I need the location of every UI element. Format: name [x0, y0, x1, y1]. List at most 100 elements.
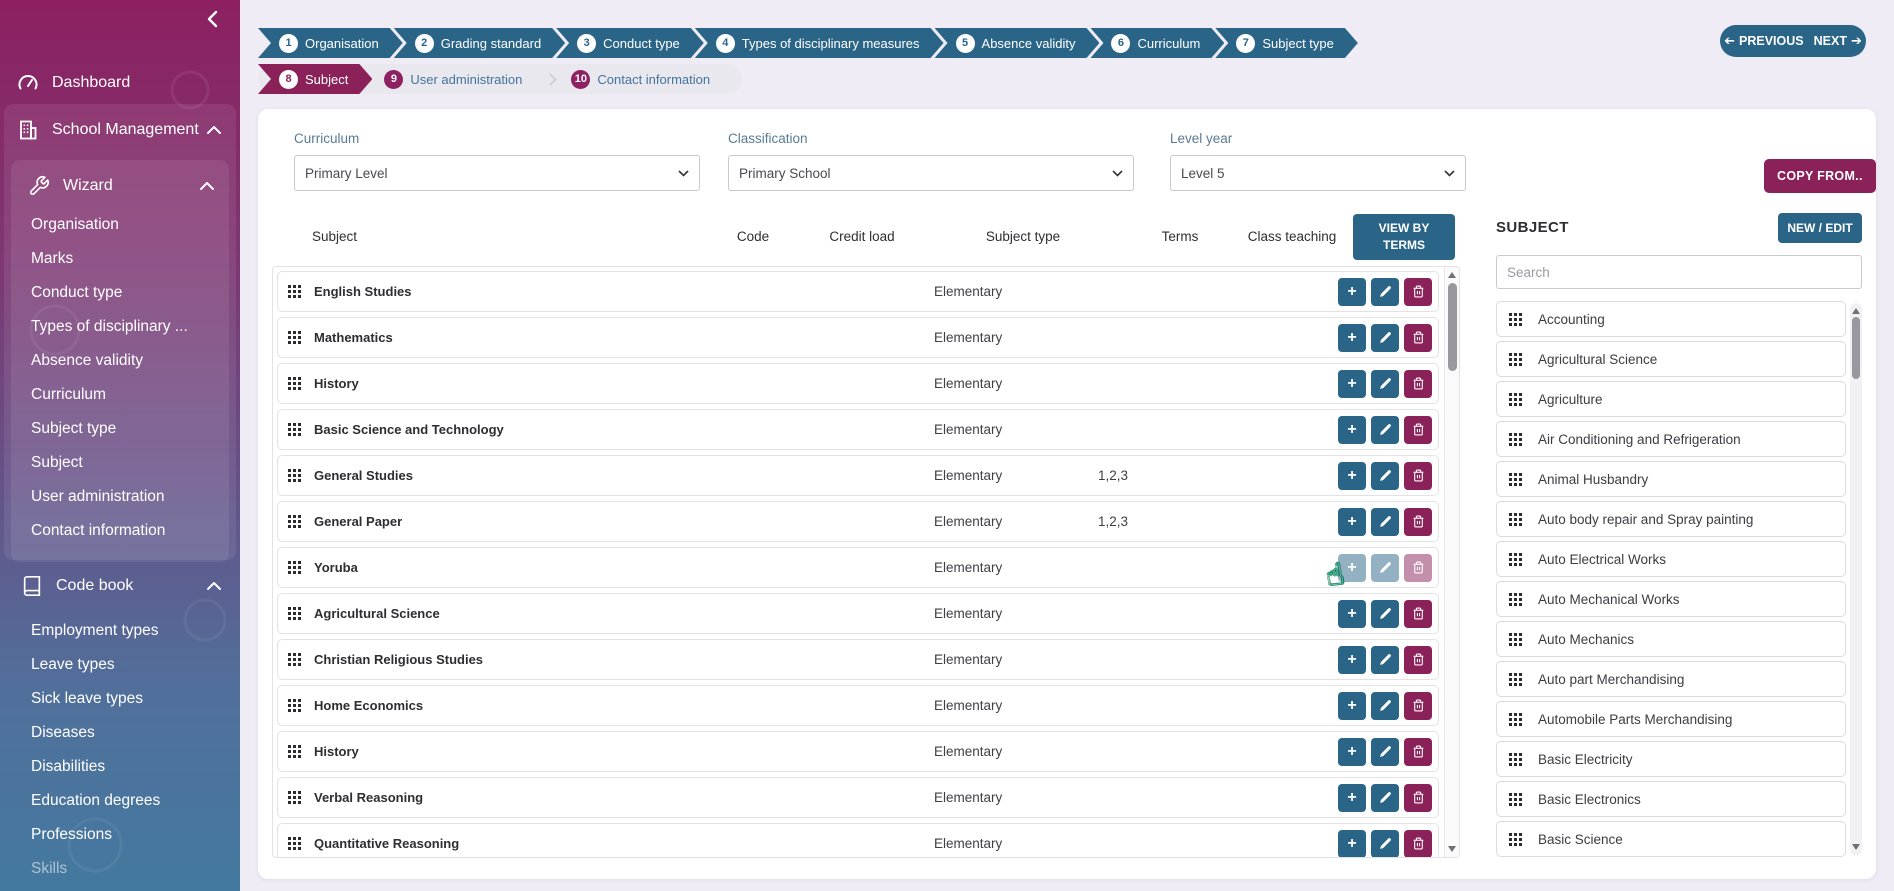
- edit-button[interactable]: [1371, 600, 1399, 628]
- sidebar-subitem[interactable]: Conduct type: [11, 276, 229, 310]
- scrollbar-thumb[interactable]: [1448, 283, 1457, 371]
- wizard-step[interactable]: 5 Absence validity: [935, 28, 1100, 58]
- sidebar-subitem[interactable]: Organisation: [11, 208, 229, 242]
- drag-handle-icon[interactable]: [288, 607, 301, 620]
- list-item[interactable]: Air Conditioning and Refrigeration: [1496, 421, 1846, 457]
- drag-handle-icon[interactable]: [288, 837, 301, 850]
- drag-handle-icon[interactable]: [1509, 433, 1522, 446]
- wizard-step[interactable]: 1 Organisation: [258, 28, 403, 58]
- sidebar-subitem[interactable]: Types of disciplinary ...: [11, 310, 229, 344]
- add-button[interactable]: +: [1338, 830, 1366, 858]
- delete-button[interactable]: [1404, 692, 1432, 720]
- delete-button[interactable]: [1404, 324, 1432, 352]
- curriculum-select[interactable]: Primary Level: [294, 155, 700, 191]
- sidebar-subitem[interactable]: User administration: [11, 480, 229, 514]
- sidebar-collapse-icon[interactable]: [206, 10, 226, 30]
- list-item[interactable]: Auto Mechanical Works: [1496, 581, 1846, 617]
- drag-handle-icon[interactable]: [288, 699, 301, 712]
- delete-button[interactable]: [1404, 784, 1432, 812]
- list-item[interactable]: Auto part Merchandising: [1496, 661, 1846, 697]
- edit-button[interactable]: [1371, 416, 1399, 444]
- sidebar-subitem[interactable]: Subject: [11, 446, 229, 480]
- sidebar-item-dashboard[interactable]: Dashboard: [16, 63, 232, 103]
- chevron-up-icon[interactable]: [199, 180, 215, 192]
- sidebar-subitem[interactable]: Professions: [4, 818, 236, 852]
- drag-handle-icon[interactable]: [288, 331, 301, 344]
- list-item[interactable]: Auto Electrical Works: [1496, 541, 1846, 577]
- sidebar-subitem[interactable]: Leave types: [4, 648, 236, 682]
- previous-button[interactable]: ➔ PREVIOUS: [1724, 33, 1804, 49]
- add-button[interactable]: +: [1338, 554, 1366, 582]
- sidebar-item-school-management[interactable]: School Management: [4, 110, 236, 150]
- drag-handle-icon[interactable]: [1509, 513, 1522, 526]
- delete-button[interactable]: [1404, 554, 1432, 582]
- list-item[interactable]: Agricultural Science: [1496, 341, 1846, 377]
- drag-handle-icon[interactable]: [1509, 713, 1522, 726]
- delete-button[interactable]: [1404, 646, 1432, 674]
- add-button[interactable]: +: [1338, 600, 1366, 628]
- chevron-up-icon[interactable]: [206, 580, 222, 592]
- edit-button[interactable]: [1371, 462, 1399, 490]
- add-button[interactable]: +: [1338, 324, 1366, 352]
- sidebar-subitem[interactable]: Subject type: [11, 412, 229, 446]
- drag-handle-icon[interactable]: [288, 791, 301, 804]
- edit-button[interactable]: [1371, 738, 1399, 766]
- edit-button[interactable]: [1371, 554, 1399, 582]
- wizard-step[interactable]: 2 Grading standard: [394, 28, 565, 58]
- drag-handle-icon[interactable]: [288, 515, 301, 528]
- edit-button[interactable]: [1371, 508, 1399, 536]
- new-edit-button[interactable]: NEW / EDIT: [1778, 213, 1862, 243]
- add-button[interactable]: +: [1338, 692, 1366, 720]
- edit-button[interactable]: [1371, 692, 1399, 720]
- delete-button[interactable]: [1404, 508, 1432, 536]
- drag-handle-icon[interactable]: [288, 745, 301, 758]
- add-button[interactable]: +: [1338, 370, 1366, 398]
- scroll-down-icon[interactable]: [1852, 844, 1860, 850]
- scroll-down-icon[interactable]: [1448, 846, 1456, 852]
- add-button[interactable]: +: [1338, 738, 1366, 766]
- level-year-select[interactable]: Level 5: [1170, 155, 1466, 191]
- delete-button[interactable]: [1404, 370, 1432, 398]
- edit-button[interactable]: [1371, 278, 1399, 306]
- delete-button[interactable]: [1404, 462, 1432, 490]
- wizard-step[interactable]: 4 Types of disciplinary measures: [695, 28, 944, 58]
- sidebar-item-wizard[interactable]: Wizard: [11, 166, 229, 206]
- classification-select[interactable]: Primary School: [728, 155, 1134, 191]
- table-scrollbar[interactable]: [1444, 267, 1459, 857]
- sidebar-subitem[interactable]: Contact information: [11, 514, 229, 548]
- list-item[interactable]: Basic Science: [1496, 821, 1846, 857]
- drag-handle-icon[interactable]: [1509, 673, 1522, 686]
- drag-handle-icon[interactable]: [288, 653, 301, 666]
- drag-handle-icon[interactable]: [1509, 353, 1522, 366]
- add-button[interactable]: +: [1338, 278, 1366, 306]
- wizard-step[interactable]: 6 Curriculum: [1090, 28, 1224, 58]
- list-item[interactable]: Accounting: [1496, 301, 1846, 337]
- scroll-up-icon[interactable]: [1448, 272, 1456, 278]
- sidebar-subitem[interactable]: Skills: [4, 852, 236, 886]
- search-input[interactable]: [1496, 255, 1862, 289]
- copy-from-button[interactable]: COPY FROM..: [1764, 159, 1876, 193]
- add-button[interactable]: +: [1338, 416, 1366, 444]
- list-item[interactable]: Basic Electronics: [1496, 781, 1846, 817]
- sidebar-subitem[interactable]: Disabilities: [4, 750, 236, 784]
- drag-handle-icon[interactable]: [1509, 473, 1522, 486]
- list-item[interactable]: Automobile Parts Merchandising: [1496, 701, 1846, 737]
- subject-list-scrollbar[interactable]: [1850, 303, 1862, 855]
- edit-button[interactable]: [1371, 646, 1399, 674]
- add-button[interactable]: +: [1338, 784, 1366, 812]
- sidebar-subitem[interactable]: Marks: [11, 242, 229, 276]
- drag-handle-icon[interactable]: [288, 377, 301, 390]
- next-button[interactable]: NEXT ➔: [1814, 33, 1862, 49]
- wizard-step[interactable]: 3 Conduct type: [556, 28, 704, 58]
- sidebar-subitem[interactable]: Employment types: [4, 614, 236, 648]
- delete-button[interactable]: [1404, 278, 1432, 306]
- wizard-step[interactable]: 9 User administration: [372, 64, 534, 94]
- drag-handle-icon[interactable]: [1509, 833, 1522, 846]
- sidebar-subitem[interactable]: Curriculum: [11, 378, 229, 412]
- drag-handle-icon[interactable]: [288, 285, 301, 298]
- drag-handle-icon[interactable]: [1509, 553, 1522, 566]
- wizard-step[interactable]: 10 Contact information: [534, 64, 722, 94]
- edit-button[interactable]: [1371, 830, 1399, 858]
- drag-handle-icon[interactable]: [1509, 393, 1522, 406]
- list-item[interactable]: Basic Electricity: [1496, 741, 1846, 777]
